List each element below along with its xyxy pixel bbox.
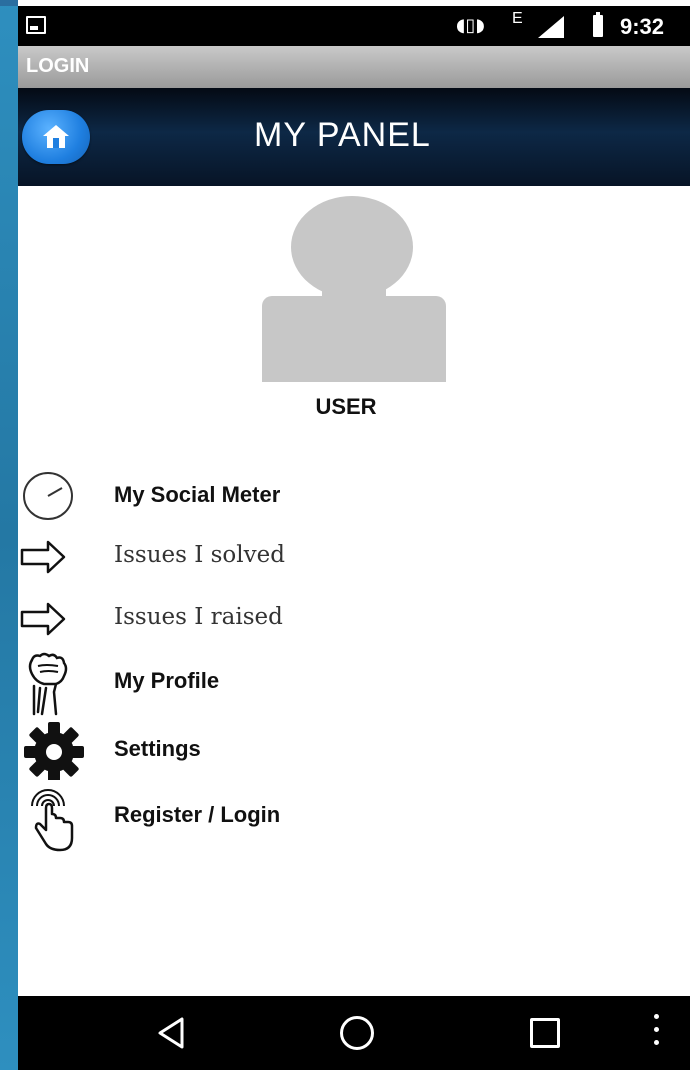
app-title: LOGIN (26, 55, 90, 77)
arrow-right-icon (18, 530, 88, 586)
menu-item-settings[interactable]: Settings (18, 720, 690, 780)
menu-item-issues-solved[interactable]: Issues I solved (18, 530, 690, 586)
status-bar: ◖▯◗ E 9:32 (18, 6, 690, 46)
menu-item-issues-raised[interactable]: Issues I raised (18, 592, 690, 648)
panel-header: MY PANEL (18, 88, 690, 186)
phone-screen: ◖▯◗ E 9:32 LOGIN MY PANEL USER My Social… (18, 0, 690, 1070)
panel-title: MY PANEL (254, 116, 431, 154)
fist-icon (18, 652, 88, 716)
vibrate-icon: ◖▯◗ (456, 15, 485, 36)
avatar-head (291, 196, 413, 298)
avatar-body (262, 296, 446, 382)
gauge-icon (18, 466, 88, 522)
network-type: E (512, 10, 523, 27)
touch-icon (18, 786, 88, 852)
home-icon (43, 125, 69, 148)
recents-icon[interactable] (530, 1018, 560, 1048)
user-name: USER (315, 394, 377, 419)
overflow-menu-icon[interactable] (654, 1014, 660, 1052)
back-icon[interactable] (156, 1016, 186, 1055)
battery-icon (593, 12, 603, 37)
menu-label-register-login: Register / Login (114, 802, 281, 827)
home-circle-icon[interactable] (340, 1016, 374, 1050)
menu-label-settings: Settings (114, 736, 201, 761)
menu-label-issues-raised: Issues I raised (114, 604, 283, 630)
status-time: 9:32 (620, 14, 665, 39)
menu-item-social-meter[interactable]: My Social Meter (18, 466, 690, 522)
arrow-right-icon (18, 592, 88, 648)
menu-label-issues-solved: Issues I solved (114, 542, 285, 568)
menu-item-register-login[interactable]: Register / Login (18, 786, 690, 852)
screenshot-icon (26, 16, 46, 34)
home-button[interactable] (22, 110, 90, 164)
menu-label-social-meter: My Social Meter (114, 482, 281, 507)
menu-label-my-profile: My Profile (114, 668, 220, 693)
app-title-bar: LOGIN (18, 46, 690, 88)
avatar[interactable] (262, 196, 446, 382)
signal-icon (538, 16, 564, 38)
gear-icon (18, 720, 88, 780)
menu-item-my-profile[interactable]: My Profile (18, 652, 690, 716)
navigation-bar (18, 996, 690, 1070)
background-stripe (0, 0, 18, 1070)
